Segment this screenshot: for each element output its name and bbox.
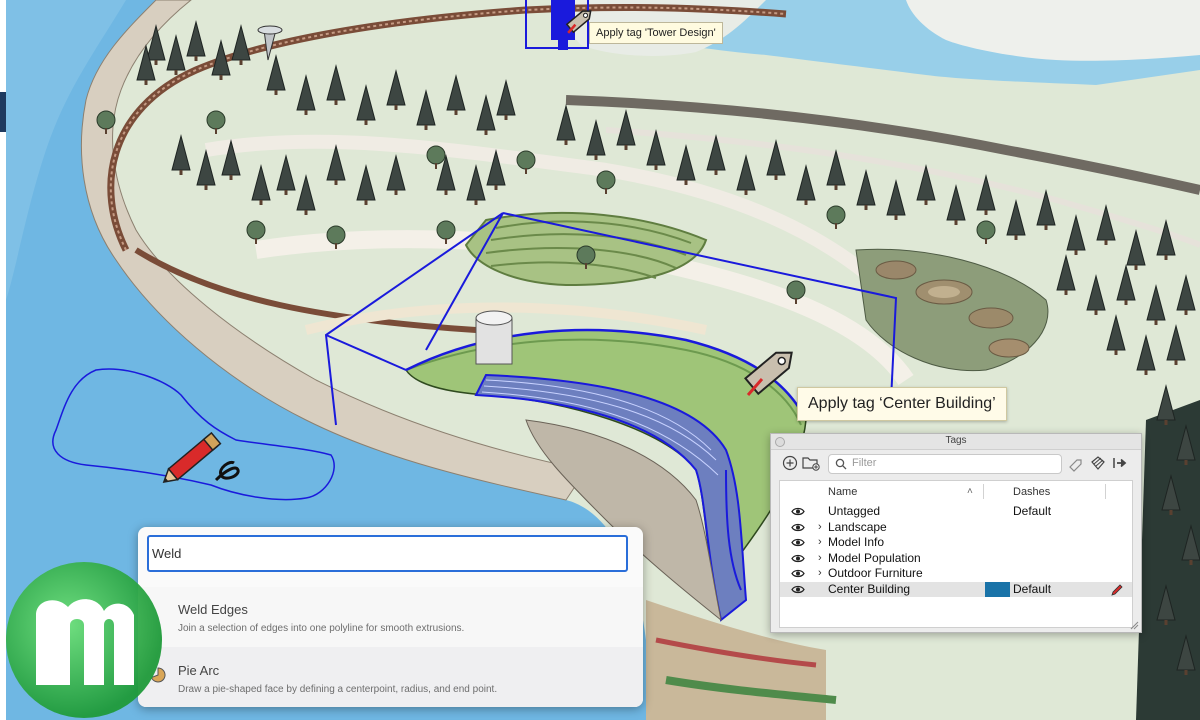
tag-cursor-icon bbox=[744, 351, 793, 396]
add-tag-icon[interactable] bbox=[781, 454, 799, 472]
export-icon[interactable] bbox=[1111, 454, 1129, 472]
tag-row[interactable]: Center Building Default bbox=[780, 581, 1132, 597]
tag-row[interactable]: › Model Population bbox=[780, 551, 1132, 567]
resize-grip-icon[interactable] bbox=[1130, 621, 1139, 630]
column-divider bbox=[983, 484, 984, 499]
filter-placeholder: Filter bbox=[852, 457, 877, 469]
search-input[interactable]: Weld bbox=[147, 535, 628, 572]
logo-icon bbox=[6, 562, 162, 718]
tower-tag-tooltip: Apply tag 'Tower Design' bbox=[589, 22, 723, 44]
tag-name: Model Population bbox=[828, 550, 921, 565]
eye-icon[interactable] bbox=[791, 569, 805, 578]
column-header-dashes[interactable]: Dashes bbox=[1013, 481, 1050, 503]
tag-name: Outdoor Furniture bbox=[828, 566, 923, 580]
eye-icon[interactable] bbox=[791, 538, 805, 547]
tag-row[interactable]: › Model Info bbox=[780, 535, 1132, 551]
search-result-weld-edges[interactable]: Weld Edges Join a selection of edges int… bbox=[138, 587, 643, 647]
pencil-icon bbox=[162, 431, 222, 483]
expand-icon[interactable]: › bbox=[818, 551, 822, 566]
pencil-icon[interactable] bbox=[1110, 583, 1124, 597]
filter-input[interactable]: Filter bbox=[828, 454, 1062, 474]
tag-row[interactable]: › Landscape bbox=[780, 520, 1132, 536]
tag-tool-icon[interactable] bbox=[1067, 454, 1085, 472]
eye-icon[interactable] bbox=[791, 507, 805, 516]
tags-table: Name ˄ Dashes Untagged Default › Landscape ›… bbox=[779, 480, 1133, 628]
center-building-tag-tooltip: Apply tag ‘Center Building’ bbox=[797, 387, 1007, 421]
tag-name: Model Info bbox=[828, 535, 885, 549]
tag-row[interactable]: Untagged Default bbox=[780, 504, 1132, 520]
column-divider bbox=[1105, 484, 1106, 499]
eye-icon[interactable] bbox=[791, 554, 805, 563]
tag-color-swatch[interactable] bbox=[985, 581, 1010, 597]
eye-icon[interactable] bbox=[791, 585, 805, 594]
column-header-name[interactable]: Name bbox=[828, 481, 857, 503]
tags-panel: Tags Filter Name ˄ Dashes Untagged Defaul… bbox=[770, 433, 1142, 633]
search-panel: Weld Weld Edges Join a selection of edge… bbox=[138, 527, 643, 707]
tag-dashes[interactable]: Default bbox=[1013, 582, 1051, 597]
expand-icon[interactable]: › bbox=[818, 535, 822, 550]
result-title: Pie Arc bbox=[178, 663, 220, 678]
tag-dashes[interactable]: Default bbox=[1013, 504, 1051, 519]
expand-icon[interactable]: › bbox=[818, 566, 822, 581]
result-description: Join a selection of edges into one polyl… bbox=[178, 623, 465, 634]
panel-title: Tags bbox=[945, 435, 967, 446]
add-folder-icon[interactable] bbox=[801, 454, 821, 472]
dash-icon[interactable] bbox=[1089, 454, 1107, 472]
eye-icon[interactable] bbox=[791, 523, 805, 532]
result-title: Weld Edges bbox=[178, 602, 248, 617]
tags-titlebar[interactable]: Tags bbox=[771, 434, 1141, 450]
tag-name: Center Building bbox=[828, 581, 911, 596]
tag-name: Landscape bbox=[828, 519, 887, 534]
sort-indicator-icon: ˄ bbox=[967, 486, 973, 497]
expand-icon[interactable]: › bbox=[818, 520, 822, 535]
tag-name: Untagged bbox=[828, 504, 881, 518]
tag-row[interactable]: › Outdoor Furniture bbox=[780, 566, 1132, 582]
search-result-pie-arc[interactable]: Pie Arc Draw a pie-shaped face by defini… bbox=[138, 647, 643, 707]
window-edge-marker bbox=[0, 92, 6, 132]
result-description: Draw a pie-shaped face by defining a cen… bbox=[178, 684, 498, 695]
search-icon bbox=[835, 458, 847, 470]
